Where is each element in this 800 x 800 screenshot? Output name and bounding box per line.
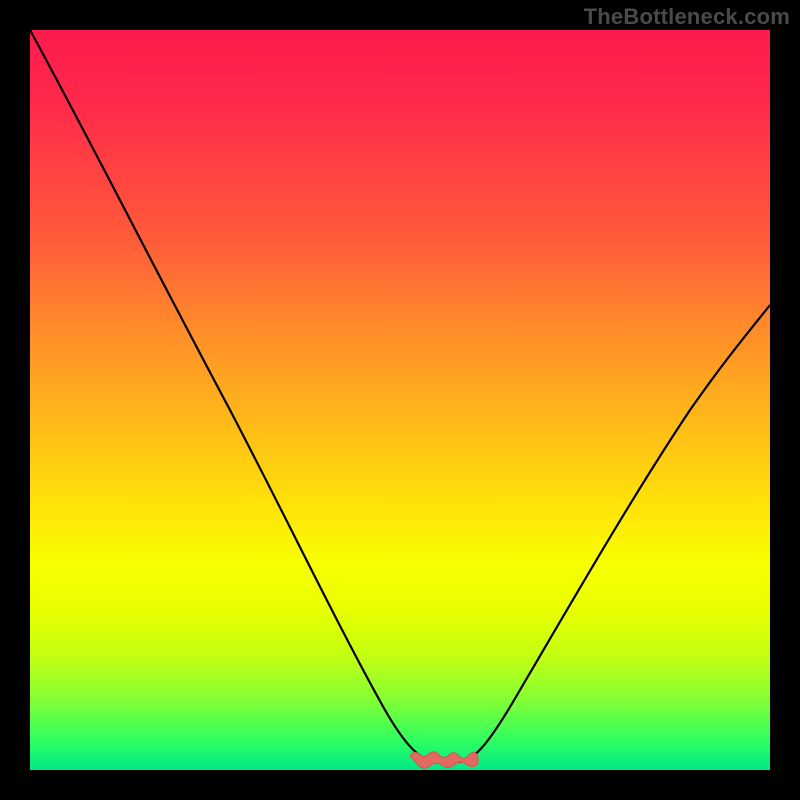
- curve-svg: [30, 30, 770, 770]
- chart-frame: TheBottleneck.com: [0, 0, 800, 800]
- trough-band-path: [410, 752, 478, 769]
- plot-area: [30, 30, 770, 770]
- watermark-text: TheBottleneck.com: [584, 4, 790, 30]
- black-curve-path: [30, 30, 770, 762]
